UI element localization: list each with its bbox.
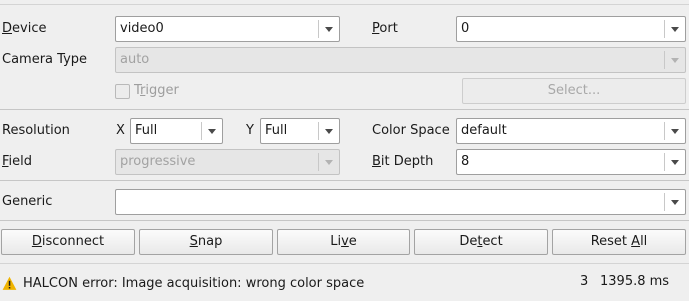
snap-button[interactable]: Snap [139,229,273,255]
chevron-down-icon [671,200,679,205]
status-divider [0,263,689,264]
port-value: 0 [461,21,470,36]
field-select[interactable]: progressive [115,149,340,175]
bit-depth-value: 8 [461,154,470,169]
color-space-select[interactable]: default [456,118,686,144]
chevron-down-icon [325,160,333,165]
reset-all-button[interactable]: Reset All [552,229,686,255]
trigger-label: Trigger [134,83,179,98]
device-label: Device [2,21,47,36]
warning-icon [2,276,17,291]
status-count: 3 [580,274,589,289]
camera-type-select[interactable]: auto [115,47,686,73]
color-space-value: default [461,123,507,138]
section-divider [0,220,689,221]
chevron-down-icon [325,129,333,134]
resolution-y-select[interactable]: Full [260,118,340,144]
resolution-y-value: Full [265,123,288,138]
status-time: 1395.8 ms [600,274,670,289]
field-value: progressive [120,154,196,169]
camera-type-value: auto [120,52,150,67]
chevron-down-icon [671,58,679,63]
device-value: video0 [120,21,164,36]
top-divider [0,4,689,5]
generic-label: Generic [2,194,53,209]
field-label: Field [2,154,33,169]
chevron-down-icon [671,27,679,32]
camera-type-label: Camera Type [2,52,88,67]
status-message: HALCON error: Image acquisition: wrong c… [23,276,365,291]
resolution-x-select[interactable]: Full [130,118,223,144]
section-divider [0,109,689,110]
bit-depth-select[interactable]: 8 [456,149,686,175]
trigger-checkbox[interactable] [115,84,130,99]
chevron-down-icon [208,129,216,134]
port-label: Port [372,21,398,36]
detect-button[interactable]: Detect [414,229,548,255]
bit-depth-label: Bit Depth [372,154,434,169]
resolution-x-label: X [116,123,125,138]
device-select[interactable]: video0 [115,16,340,42]
resolution-label: Resolution [2,123,70,138]
port-select[interactable]: 0 [456,16,686,42]
live-button[interactable]: Live [277,229,410,255]
section-divider [0,180,689,181]
chevron-down-icon [671,160,679,165]
disconnect-button[interactable]: Disconnect [1,229,135,255]
select-button[interactable]: Select... [462,78,686,104]
generic-select[interactable] [115,189,686,215]
chevron-down-icon [671,129,679,134]
resolution-x-value: Full [135,123,158,138]
color-space-label: Color Space [372,123,450,138]
resolution-y-label: Y [246,123,254,138]
chevron-down-icon [325,27,333,32]
